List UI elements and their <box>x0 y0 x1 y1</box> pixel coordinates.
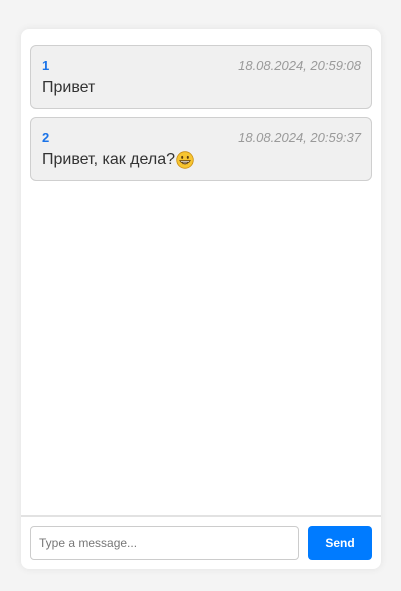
send-button[interactable]: Send <box>308 526 372 560</box>
message-timestamp: 18.08.2024, 20:59:37 <box>238 129 361 145</box>
message-list: 1 18.08.2024, 20:59:08 Привет 2 18.08.20… <box>21 29 381 515</box>
message-text: Привет <box>42 79 96 96</box>
grinning-face-icon <box>176 151 194 169</box>
message-body: Привет <box>42 79 361 97</box>
message-header: 1 18.08.2024, 20:59:08 <box>42 57 361 73</box>
message-item: 2 18.08.2024, 20:59:37 Привет, как дела? <box>30 117 372 181</box>
message-username: 2 <box>42 129 50 145</box>
message-username: 1 <box>42 57 50 73</box>
message-input[interactable] <box>30 526 299 560</box>
message-header: 2 18.08.2024, 20:59:37 <box>42 129 361 145</box>
message-text: Привет, как дела? <box>42 151 175 168</box>
message-timestamp: 18.08.2024, 20:59:08 <box>238 57 361 73</box>
message-composer: Send <box>21 515 381 569</box>
chat-window: 1 18.08.2024, 20:59:08 Привет 2 18.08.20… <box>21 29 381 569</box>
message-item: 1 18.08.2024, 20:59:08 Привет <box>30 45 372 109</box>
message-body: Привет, как дела? <box>42 151 361 169</box>
